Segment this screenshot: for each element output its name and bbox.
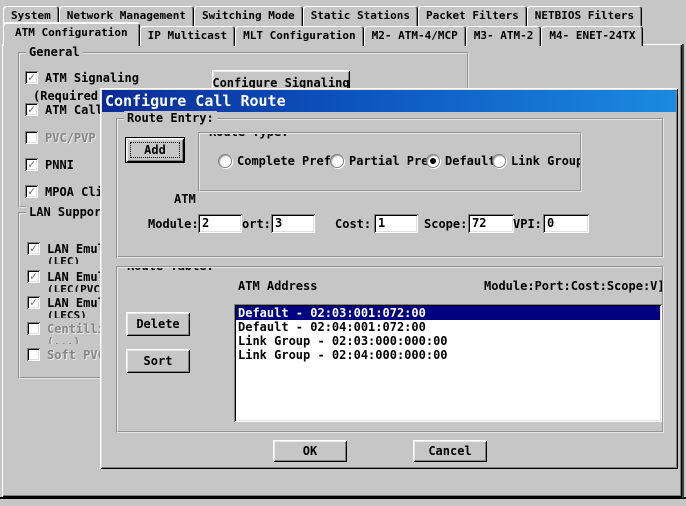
checkmark-icon: ✓ bbox=[28, 71, 35, 83]
tab-row-2: ATM Configuration IP Multicast MLT Confi… bbox=[3, 22, 643, 46]
lan-support-legend: LAN Support bbox=[26, 205, 111, 219]
checkmark-icon: ✓ bbox=[28, 185, 35, 197]
centillion-checkbox[interactable] bbox=[27, 322, 40, 335]
cancel-button-label: Cancel bbox=[428, 444, 471, 458]
radio-default[interactable]: Default bbox=[426, 154, 498, 168]
route-type-legend: Route Type: bbox=[206, 132, 291, 139]
default-label: Default bbox=[445, 154, 496, 168]
window-bottom-edge bbox=[0, 497, 686, 499]
route-entry-legend: Route Entry: bbox=[124, 111, 217, 125]
module-detail-column-header: Module:Port:Cost:Scope:V] bbox=[484, 279, 664, 293]
radio-complete-pref[interactable]: Complete Pref bbox=[218, 154, 328, 168]
atm-address-column-header: ATM Address bbox=[238, 279, 317, 293]
complete-pref-radio[interactable] bbox=[218, 154, 232, 168]
atm-signaling-label: ATM Signaling bbox=[45, 71, 139, 85]
atm-signaling-checkbox[interactable]: ✓ bbox=[25, 71, 38, 84]
sort-button-label: Sort bbox=[144, 354, 173, 368]
tab-ip-multicast[interactable]: IP Multicast bbox=[140, 26, 235, 46]
application-window: System Network Management Switching Mode… bbox=[0, 0, 686, 506]
route-row[interactable]: Link Group - 02:03:000:000:00 bbox=[236, 334, 660, 348]
lan-emulation-lec-checkbox[interactable]: ✓ bbox=[27, 242, 40, 255]
route-table-groupbox: Route Table: ATM Address Module:Port:Cos… bbox=[116, 266, 664, 433]
add-button[interactable]: Add bbox=[126, 138, 184, 162]
tab-atm-configuration[interactable]: ATM Configuration bbox=[3, 22, 140, 46]
port-input[interactable]: 3 bbox=[271, 214, 315, 233]
default-radio[interactable] bbox=[426, 154, 440, 168]
delete-button[interactable]: Delete bbox=[126, 312, 190, 336]
module-field-label: Module: bbox=[148, 217, 199, 231]
cost-input[interactable]: 1 bbox=[374, 214, 418, 233]
tab-m3-atm-2[interactable]: M3- ATM-2 bbox=[466, 26, 542, 46]
pvc-pvp-label: PVC/PVP bbox=[45, 131, 96, 145]
tab-mlt-configuration[interactable]: MLT Configuration bbox=[235, 26, 364, 46]
partial-pref-label: Partial Pre bbox=[349, 154, 428, 168]
complete-pref-label: Complete Pref bbox=[237, 154, 331, 168]
sort-button[interactable]: Sort bbox=[126, 349, 190, 373]
tab-m2-atm-4-mcp[interactable]: M2- ATM-4/MCP bbox=[364, 26, 466, 46]
port-field-label: ort: bbox=[242, 217, 271, 231]
atm-call-checkbox[interactable]: ✓ bbox=[25, 103, 38, 116]
general-group-legend: General bbox=[26, 45, 83, 59]
configure-call-route-dialog: Configure Call Route Route Entry: Add Ro… bbox=[100, 88, 678, 469]
pnni-label: PNNI bbox=[45, 158, 74, 172]
route-row[interactable]: Default - 02:04:001:072:00 bbox=[236, 320, 660, 334]
pnni-checkbox[interactable]: ✓ bbox=[25, 158, 38, 171]
scope-field-label: Scope: bbox=[424, 217, 467, 231]
module-input[interactable]: 2 bbox=[198, 214, 242, 233]
pvc-pvp-checkbox[interactable] bbox=[25, 131, 38, 144]
ok-button-label: OK bbox=[303, 444, 317, 458]
delete-button-label: Delete bbox=[136, 317, 179, 331]
checkmark-icon: ✓ bbox=[28, 158, 35, 170]
route-table-legend: Route Table: bbox=[124, 266, 217, 273]
cost-field-label: Cost: bbox=[335, 217, 371, 231]
ok-button[interactable]: OK bbox=[273, 440, 347, 462]
radio-dot-icon bbox=[430, 158, 436, 164]
route-row[interactable]: Default - 02:03:001:072:00 bbox=[236, 306, 660, 320]
dialog-title: Configure Call Route bbox=[105, 92, 286, 110]
radio-partial-pref[interactable]: Partial Pre bbox=[330, 154, 428, 168]
link-group-label: Link Group bbox=[511, 154, 582, 168]
checkmark-icon: ✓ bbox=[30, 270, 37, 282]
lan-emulation-lecs-sub: (LECS) bbox=[47, 309, 87, 318]
route-type-groupbox: Route Type: Complete Pref Partial Pre De… bbox=[198, 132, 582, 192]
tab-m4-enet-24tx[interactable]: M4- ENET-24TX bbox=[541, 26, 643, 46]
partial-pref-radio[interactable] bbox=[330, 154, 344, 168]
soft-pvc-checkbox[interactable] bbox=[27, 348, 40, 361]
route-entry-groupbox: Route Entry: Add Route Type: Complete Pr… bbox=[116, 118, 664, 258]
link-group-radio[interactable] bbox=[492, 154, 506, 168]
checkmark-icon: ✓ bbox=[30, 296, 37, 308]
route-row[interactable]: Link Group - 02:04:000:000:00 bbox=[236, 348, 660, 362]
cancel-button[interactable]: Cancel bbox=[413, 440, 487, 462]
route-table-list[interactable]: Default - 02:03:001:072:00 Default - 02:… bbox=[234, 304, 662, 422]
centillion-sub: (...) bbox=[47, 335, 80, 344]
window-right-edge bbox=[682, 44, 684, 498]
atm-section-label: ATM bbox=[174, 192, 196, 206]
checkmark-icon: ✓ bbox=[30, 242, 37, 254]
mpoa-client-checkbox[interactable]: ✓ bbox=[25, 185, 38, 198]
vpi-input[interactable]: 0 bbox=[543, 214, 589, 233]
checkmark-icon: ✓ bbox=[28, 103, 35, 115]
soft-pvc-label: Soft PVC bbox=[47, 348, 105, 362]
scope-input[interactable]: 72 bbox=[468, 214, 514, 233]
radio-link-group[interactable]: Link Group bbox=[492, 154, 582, 168]
lan-emulation-lec-pvc-checkbox[interactable]: ✓ bbox=[27, 270, 40, 283]
lan-emulation-lec-sub: (LEC) bbox=[47, 255, 80, 264]
vpi-field-label: VPI: bbox=[513, 217, 542, 231]
lan-emulation-lecs-checkbox[interactable]: ✓ bbox=[27, 296, 40, 309]
lan-emulation-lec-pvc-sub: (LEC(PVC) bbox=[47, 283, 107, 292]
add-button-focus-rect bbox=[130, 142, 180, 158]
dialog-titlebar[interactable]: Configure Call Route bbox=[102, 90, 676, 112]
